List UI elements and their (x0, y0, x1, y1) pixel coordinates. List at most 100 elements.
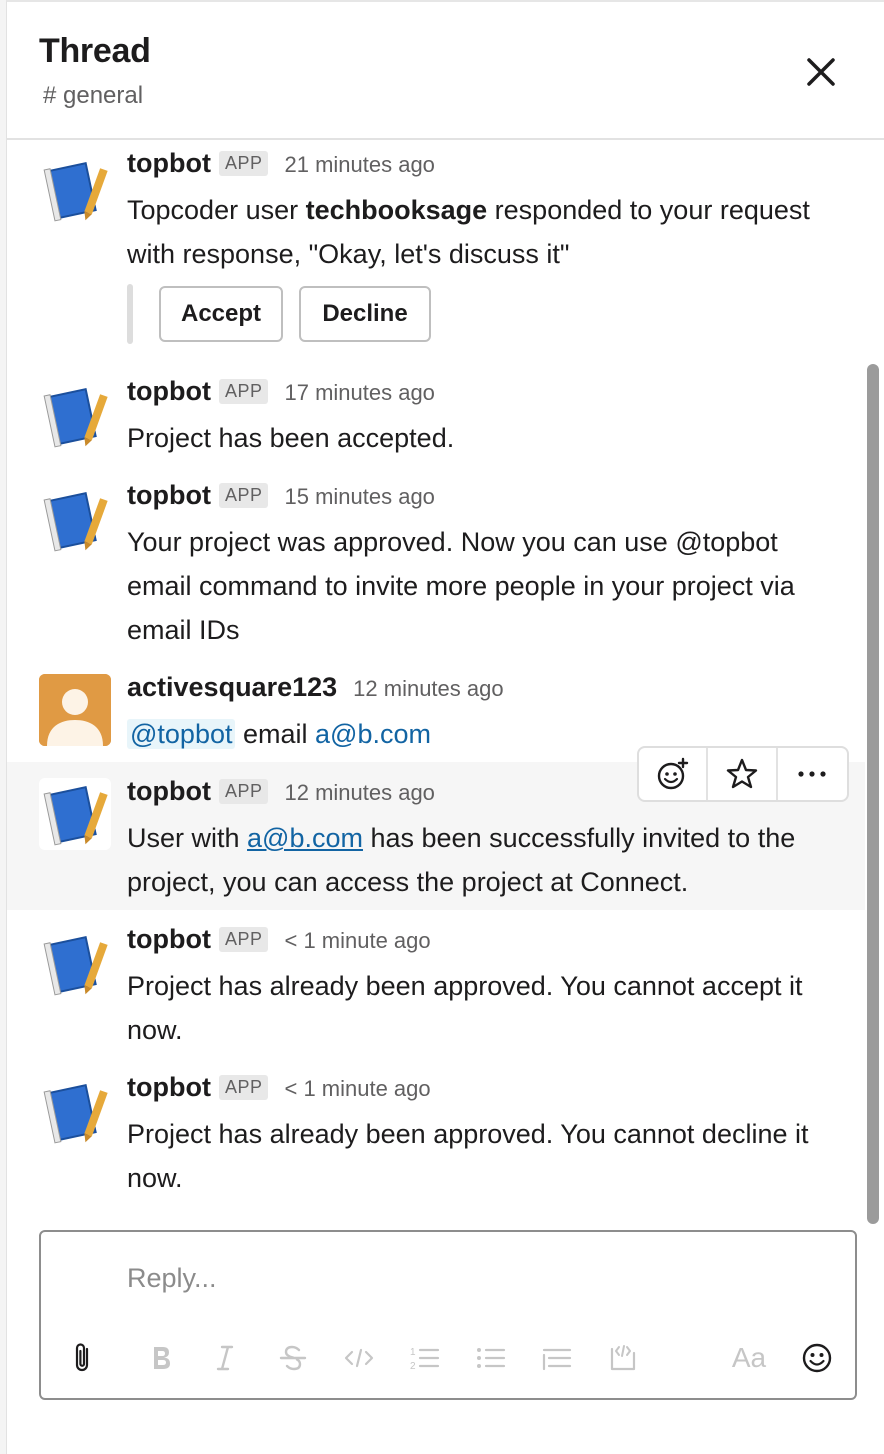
message-timestamp[interactable]: 17 minutes ago (284, 380, 434, 406)
svg-text:1: 1 (410, 1347, 416, 1358)
message-text: Project has already been approved. You c… (127, 971, 803, 1045)
blockquote-button[interactable] (537, 1338, 577, 1378)
sender-name[interactable]: topbot (127, 376, 211, 407)
scrollbar-thumb[interactable] (867, 364, 879, 1224)
code-button[interactable] (339, 1338, 379, 1378)
thread-title: Thread (39, 32, 151, 70)
bold-icon (154, 1347, 170, 1369)
attach-icon (75, 1343, 89, 1372)
format-toggle-button[interactable]: Aa (729, 1338, 769, 1378)
message-text: Project has been accepted. (127, 423, 455, 453)
message-timestamp[interactable]: < 1 minute ago (284, 1076, 430, 1102)
bot-avatar[interactable] (39, 380, 111, 452)
message-timestamp[interactable]: 15 minutes ago (284, 484, 434, 510)
message-header: topbot APP 15 minutes ago (127, 480, 435, 514)
message-item: topbot APP < 1 minute ago Project has al… (7, 1064, 865, 1200)
app-badge: APP (218, 927, 269, 952)
message-text-part: email (235, 719, 316, 749)
bot-avatar[interactable] (39, 1076, 111, 1148)
sender-name[interactable]: topbot (127, 776, 211, 807)
message-item: topbot APP 15 minutes ago Your project w… (7, 472, 865, 648)
add-reaction-icon (657, 757, 688, 790)
message-text-part: Topcoder user (127, 195, 306, 225)
emoji-button[interactable] (797, 1338, 837, 1378)
thread-panel: Thread # general topbot APP 21 minutes a… (6, 0, 884, 1454)
thread-message-list: topbot APP 21 minutes ago Topcoder user … (7, 142, 884, 1222)
accept-button[interactable]: Accept (159, 286, 283, 342)
app-badge: APP (218, 483, 269, 508)
person-icon (39, 674, 111, 746)
message-text: Project has already been approved. You c… (127, 1119, 809, 1193)
message-timestamp[interactable]: 12 minutes ago (353, 676, 503, 702)
code-block-icon (610, 1345, 636, 1371)
message-hover-toolbar (637, 746, 849, 802)
star-button[interactable] (708, 748, 778, 800)
email-link[interactable]: a@b.com (247, 823, 363, 853)
message-text-bold: techbooksage (305, 195, 488, 225)
message-header: topbot APP 21 minutes ago (127, 148, 435, 182)
format-toggle-icon: Aa (731, 1342, 767, 1373)
sender-name[interactable]: topbot (127, 148, 211, 179)
notebook-icon (39, 154, 111, 226)
attach-button[interactable] (63, 1338, 103, 1378)
bold-button[interactable] (141, 1338, 181, 1378)
reply-composer: 1 2 Aa (39, 1230, 857, 1400)
sender-name[interactable]: topbot (127, 924, 211, 955)
bulleted-list-icon (477, 1348, 506, 1368)
add-reaction-button[interactable] (639, 748, 709, 800)
bot-avatar[interactable] (39, 778, 111, 850)
notebook-icon (39, 928, 111, 1000)
code-icon (344, 1348, 374, 1368)
scrollbar[interactable] (865, 364, 881, 1224)
message-timestamp[interactable]: 12 minutes ago (284, 780, 434, 806)
reply-input[interactable] (127, 1258, 827, 1298)
message-item: topbot APP < 1 minute ago Project has al… (7, 916, 865, 1052)
message-text: Topcoder user techbooksage responded to … (127, 188, 847, 276)
user-avatar[interactable] (39, 674, 111, 746)
bulleted-list-button[interactable] (471, 1338, 511, 1378)
sender-name[interactable]: activesquare123 (127, 672, 337, 703)
svg-text:2: 2 (410, 1361, 416, 1372)
message-header: activesquare123 12 minutes ago (127, 672, 504, 706)
message-timestamp[interactable]: < 1 minute ago (284, 928, 430, 954)
email-link[interactable]: a@b.com (315, 719, 431, 749)
message-header: topbot APP 17 minutes ago (127, 376, 435, 410)
star-icon (726, 758, 758, 789)
message-text-part: User with (127, 823, 248, 853)
ordered-list-icon: 1 2 (410, 1347, 440, 1372)
strikethrough-icon (279, 1345, 307, 1371)
more-actions-button[interactable] (778, 748, 847, 800)
message-header: topbot APP < 1 minute ago (127, 924, 431, 958)
notebook-icon (39, 778, 111, 850)
strikethrough-button[interactable] (273, 1338, 313, 1378)
code-block-button[interactable] (603, 1338, 643, 1378)
attachment-bar (127, 284, 133, 344)
notebook-icon (39, 484, 111, 556)
thread-header: Thread # general (7, 2, 884, 140)
notebook-icon (39, 1076, 111, 1148)
bot-avatar[interactable] (39, 484, 111, 556)
app-badge: APP (218, 379, 269, 404)
ordered-list-button[interactable]: 1 2 (405, 1338, 445, 1378)
message-text: User with a@b.com has been successfully … (127, 816, 847, 904)
app-badge: APP (218, 151, 269, 176)
mention-link[interactable]: @topbot (127, 719, 236, 749)
emoji-icon (802, 1343, 832, 1373)
message-item: topbot APP 21 minutes ago Topcoder user … (7, 142, 865, 352)
blockquote-icon (542, 1348, 572, 1371)
message-item: topbot APP 17 minutes ago Project has be… (7, 368, 865, 464)
close-button[interactable] (801, 52, 841, 92)
app-badge: APP (218, 1075, 269, 1100)
decline-button[interactable]: Decline (299, 286, 431, 342)
message-timestamp[interactable]: 21 minutes ago (284, 152, 434, 178)
bot-avatar[interactable] (39, 154, 111, 226)
sender-name[interactable]: topbot (127, 1072, 211, 1103)
message-text: Your project was approved. Now you can u… (127, 527, 795, 645)
thread-channel-name[interactable]: # general (43, 82, 143, 110)
app-badge: APP (218, 779, 269, 804)
more-actions-icon (798, 771, 826, 777)
sender-name[interactable]: topbot (127, 480, 211, 511)
bot-avatar[interactable] (39, 928, 111, 1000)
close-icon (807, 58, 835, 86)
italic-button[interactable] (205, 1338, 245, 1378)
